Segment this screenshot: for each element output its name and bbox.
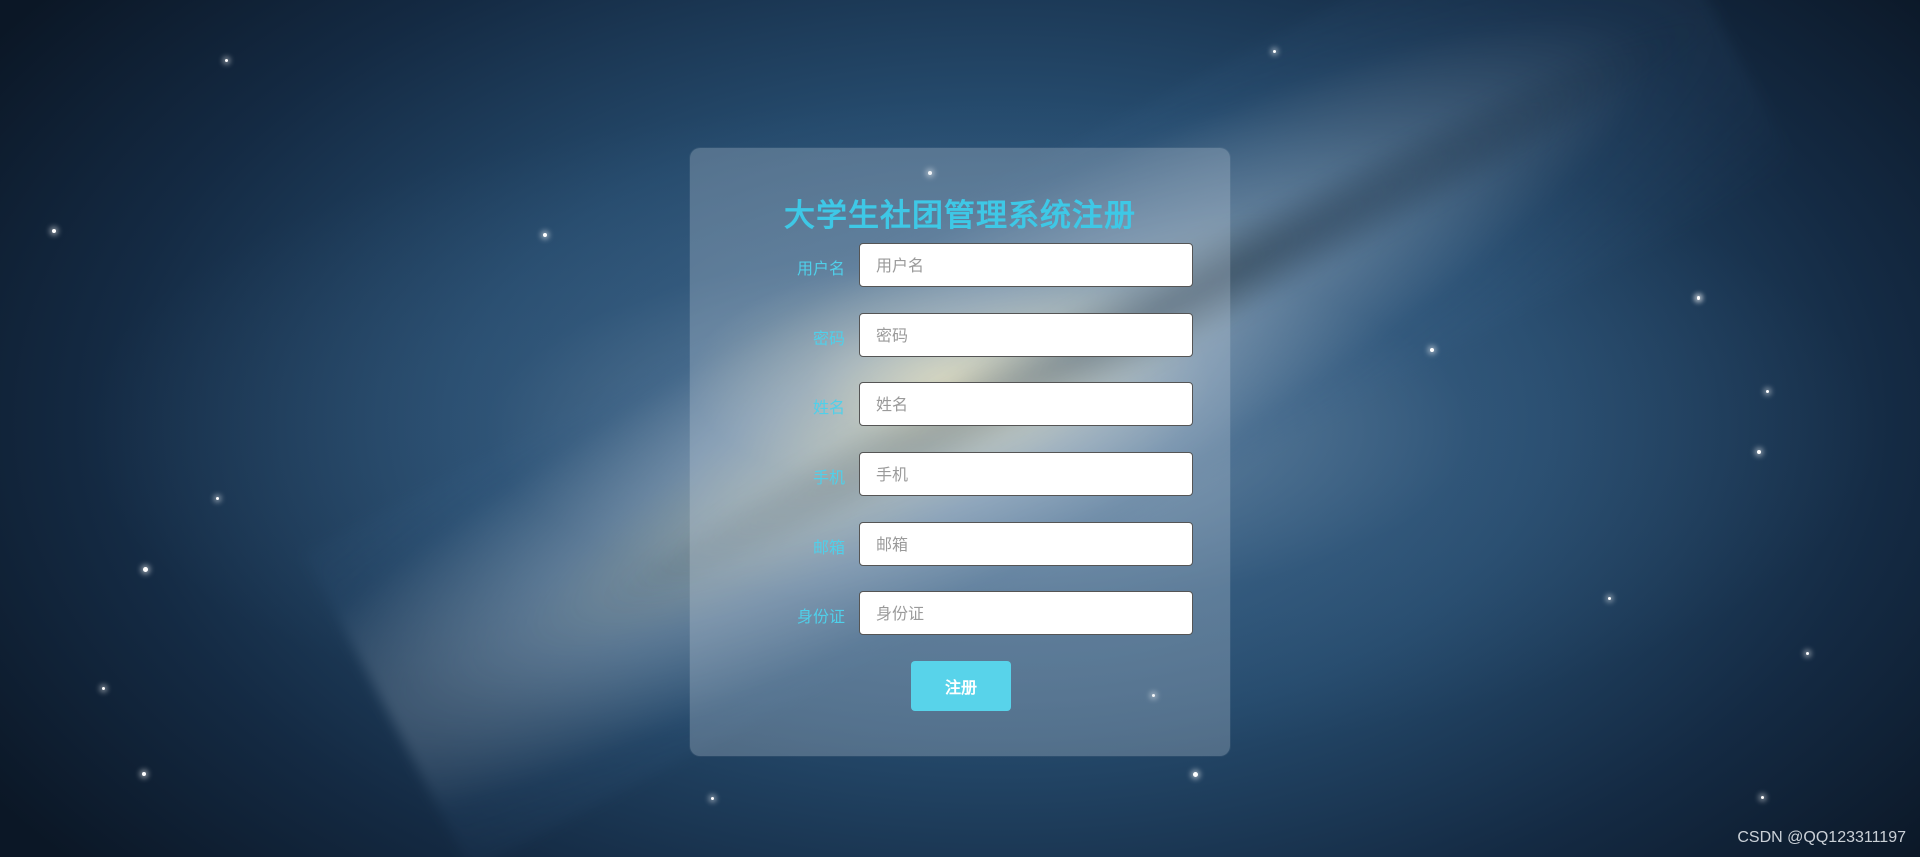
name-label: 姓名 (812, 398, 845, 417)
name-input[interactable] (859, 382, 1193, 426)
star-decoration (52, 229, 56, 233)
field-row-password: 密码 (690, 313, 1230, 359)
field-row-name: 姓名 (690, 382, 1230, 428)
phone-input[interactable] (859, 452, 1193, 496)
username-label: 用户名 (796, 259, 845, 278)
star-decoration (143, 567, 148, 572)
star-decoration (711, 797, 714, 800)
star-decoration (1806, 652, 1809, 655)
email-label: 邮箱 (812, 538, 845, 557)
star-decoration (102, 687, 105, 690)
field-row-phone: 手机 (690, 452, 1230, 498)
register-button[interactable]: 注册 (911, 661, 1011, 711)
star-decoration (1273, 50, 1276, 53)
star-decoration (225, 59, 228, 62)
star-decoration (216, 497, 219, 500)
star-decoration (1757, 450, 1761, 454)
field-row-id-card: 身份证 (690, 591, 1230, 637)
password-input[interactable] (859, 313, 1193, 357)
star-decoration (1608, 597, 1611, 600)
star-decoration (1761, 796, 1764, 799)
star-decoration (1430, 348, 1434, 352)
watermark-text: CSDN @QQ123311197 (1737, 829, 1906, 846)
field-row-email: 邮箱 (690, 522, 1230, 568)
star-decoration (1697, 296, 1700, 299)
registration-card: 大学生社团管理系统注册 用户名 密码 姓名 手机 邮箱 身份证 注册 (690, 148, 1230, 756)
phone-label: 手机 (812, 468, 845, 487)
username-input[interactable] (859, 243, 1193, 287)
star-decoration (1193, 772, 1198, 777)
field-row-username: 用户名 (690, 243, 1230, 289)
star-decoration (543, 233, 547, 237)
password-label: 密码 (812, 329, 845, 348)
star-decoration (1766, 390, 1769, 393)
form-title: 大学生社团管理系统注册 (784, 198, 1136, 234)
id-card-label: 身份证 (796, 607, 845, 626)
email-input[interactable] (859, 522, 1193, 566)
registration-page: 大学生社团管理系统注册 用户名 密码 姓名 手机 邮箱 身份证 注册 CSDN … (0, 0, 1920, 857)
star-decoration (142, 772, 146, 776)
id-card-input[interactable] (859, 591, 1193, 635)
